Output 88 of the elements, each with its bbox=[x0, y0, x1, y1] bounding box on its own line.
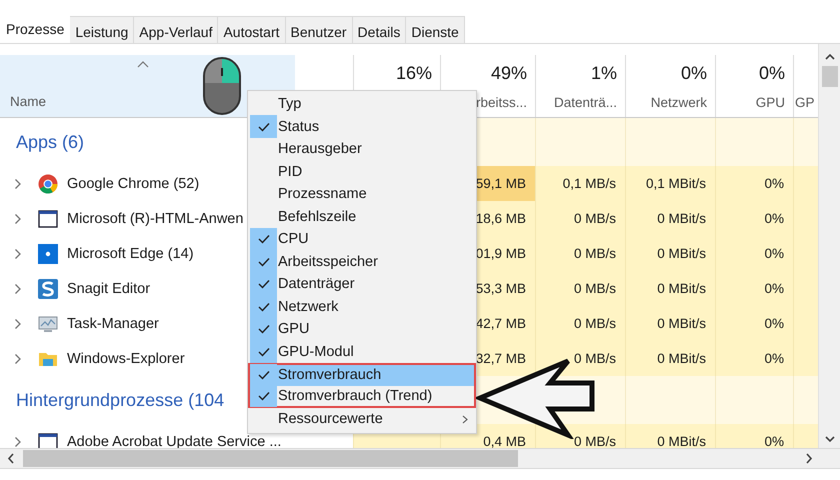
table-cell bbox=[793, 118, 818, 166]
scroll-down-icon[interactable] bbox=[824, 436, 834, 443]
horizontal-scrollbar[interactable] bbox=[0, 448, 840, 469]
table-cell: 0 MB/s bbox=[535, 271, 625, 306]
scroll-thumb[interactable] bbox=[23, 450, 518, 467]
expand-chevron-icon[interactable] bbox=[14, 282, 22, 294]
monitor-icon bbox=[38, 314, 58, 334]
scroll-left-icon[interactable] bbox=[7, 453, 15, 464]
table-cell: 0 MB/s bbox=[535, 236, 625, 271]
menu-item[interactable]: Herausgeber bbox=[248, 138, 476, 160]
table-cell bbox=[793, 166, 818, 201]
menu-item[interactable]: Stromverbrauch bbox=[248, 363, 476, 386]
table-cell bbox=[793, 376, 818, 424]
column-label: rbeitss... bbox=[476, 95, 527, 110]
check-icon bbox=[258, 324, 270, 334]
tab[interactable]: Details bbox=[352, 16, 406, 43]
check-icon bbox=[258, 390, 270, 401]
column-header[interactable]: 1% Datenträ... bbox=[535, 55, 625, 117]
column-percent: 49% bbox=[490, 63, 527, 84]
table-cell: 0 MBit/s bbox=[625, 236, 715, 271]
expand-chevron-icon[interactable] bbox=[14, 212, 22, 224]
menu-item[interactable]: Stromverbrauch (Trend) bbox=[248, 386, 476, 408]
expand-chevron-icon[interactable] bbox=[14, 178, 22, 190]
table-cell: 0 MBit/s bbox=[625, 201, 715, 236]
scroll-right-icon[interactable] bbox=[805, 453, 813, 464]
column-label: Datenträ... bbox=[554, 95, 617, 110]
check-icon bbox=[258, 346, 270, 357]
process-name: Snagit Editor bbox=[67, 280, 150, 296]
column-percent: 1% bbox=[590, 63, 617, 84]
window-icon bbox=[38, 432, 58, 448]
table-cell: 0,1 MBit/s bbox=[625, 166, 715, 201]
window-icon bbox=[38, 208, 58, 228]
column-header[interactable]: 0% Netzwerk bbox=[625, 55, 715, 117]
scroll-up-icon[interactable] bbox=[824, 53, 834, 60]
process-name: Task-Manager bbox=[67, 316, 159, 332]
tab[interactable]: Leistung bbox=[69, 16, 134, 43]
table-cell: 0 MBit/s bbox=[625, 271, 715, 306]
group-heading: Hintergrundprozesse (104 bbox=[16, 390, 224, 410]
scroll-thumb[interactable] bbox=[822, 66, 838, 87]
table-cell: 0% bbox=[715, 424, 793, 448]
menu-item[interactable]: Status bbox=[248, 116, 476, 138]
process-name: Microsoft Edge (14) bbox=[67, 246, 194, 262]
table-cell: 0 MB/s bbox=[535, 201, 625, 236]
table-cell: 0% bbox=[715, 236, 793, 271]
column-label: Netzwerk bbox=[650, 95, 707, 110]
table-cell: 0 MB/s bbox=[535, 306, 625, 341]
table-cell bbox=[793, 341, 818, 376]
vertical-scrollbar[interactable] bbox=[818, 44, 840, 448]
table-cell: 0% bbox=[715, 166, 793, 201]
sort-caret-icon bbox=[137, 61, 149, 68]
table-cell: 0 MBit/s bbox=[625, 306, 715, 341]
tab[interactable]: Benutzer bbox=[284, 16, 353, 43]
expand-chevron-icon[interactable] bbox=[14, 318, 22, 330]
process-name: Google Chrome (52) bbox=[67, 176, 200, 192]
table-cell: 0% bbox=[715, 201, 793, 236]
tab[interactable]: Dienste bbox=[405, 16, 465, 43]
table-cell: 0% bbox=[715, 306, 793, 341]
column-label: GP bbox=[795, 95, 815, 110]
group-heading: Apps (6) bbox=[16, 132, 84, 152]
column-percent: 16% bbox=[396, 63, 432, 84]
column-header[interactable]: 0% GPU bbox=[715, 55, 793, 117]
column-percent: 0% bbox=[758, 63, 785, 84]
mouse-icon bbox=[202, 56, 242, 116]
check-icon bbox=[258, 256, 270, 267]
table-cell: 0 MBit/s bbox=[625, 424, 715, 448]
process-name: Windows-Explorer bbox=[67, 350, 185, 366]
check-icon bbox=[258, 234, 270, 244]
table-cell: 0% bbox=[715, 341, 793, 376]
expand-chevron-icon[interactable] bbox=[14, 436, 22, 448]
table-cell: 0% bbox=[715, 271, 793, 306]
expand-chevron-icon[interactable] bbox=[14, 248, 22, 260]
column-label: Name bbox=[10, 94, 46, 109]
check-icon bbox=[258, 279, 270, 290]
table-cell: 0 MBit/s bbox=[625, 341, 715, 376]
table-cell: 0,1 MB/s bbox=[535, 166, 625, 201]
edge-icon bbox=[38, 244, 58, 264]
check-icon bbox=[258, 302, 270, 312]
snagit-icon bbox=[38, 278, 58, 298]
tab[interactable]: App-Verlauf bbox=[133, 16, 218, 43]
process-name: Microsoft (R)-HTML-Anwen bbox=[67, 210, 244, 226]
expand-chevron-icon[interactable] bbox=[14, 352, 22, 364]
check-icon bbox=[258, 122, 270, 132]
chrome-icon bbox=[38, 174, 58, 194]
table-cell: 0 MB/s bbox=[535, 341, 625, 376]
tab[interactable]: Autostart bbox=[217, 16, 286, 43]
column-percent: 0% bbox=[680, 63, 707, 84]
check-icon bbox=[258, 370, 270, 380]
column-label: GPU bbox=[756, 95, 785, 110]
